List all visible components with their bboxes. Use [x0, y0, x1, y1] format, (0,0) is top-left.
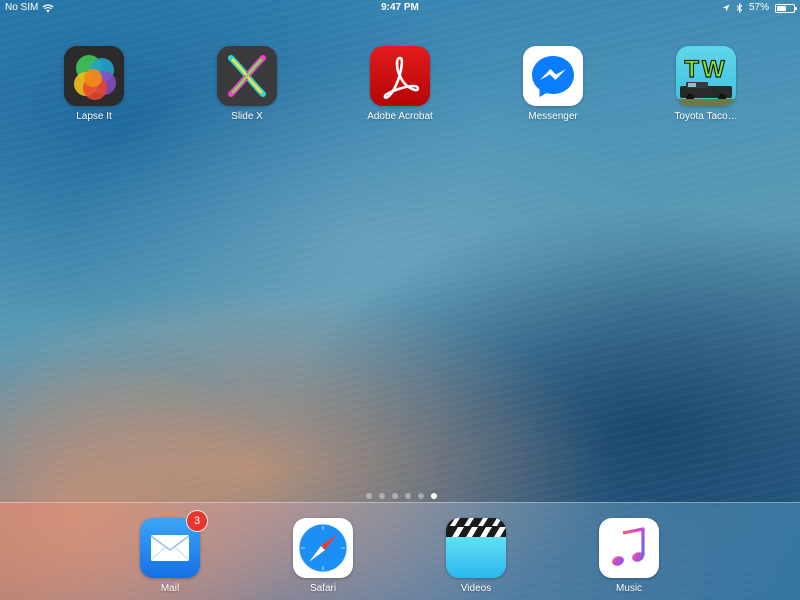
music-icon [599, 518, 659, 578]
page-dot[interactable] [366, 493, 372, 499]
dock: 3 Mail Safari Videos Music [0, 502, 800, 600]
status-bar: No SIM 9:47 PM 57% [0, 0, 800, 16]
app-label: Adobe Acrobat [367, 111, 433, 122]
app-toyota-taco[interactable]: TW Toyota Taco… [651, 46, 761, 123]
app-label: Mail [160, 583, 180, 594]
battery-level-fill [777, 5, 786, 11]
location-arrow-icon [722, 4, 730, 12]
toyota-taco-icon: TW [676, 46, 736, 106]
app-label: Lapse It [76, 111, 112, 122]
app-label: Videos [460, 583, 492, 594]
app-messenger[interactable]: Messenger [498, 46, 608, 123]
battery-percent: 57% [748, 2, 769, 13]
status-time: 9:47 PM [381, 2, 419, 13]
safari-icon [293, 518, 353, 578]
dock-app-music[interactable]: Music [574, 518, 684, 595]
page-dot[interactable] [392, 493, 398, 499]
dock-app-safari[interactable]: Safari [268, 518, 378, 595]
mail-badge: 3 [187, 511, 207, 531]
adobe-acrobat-icon [370, 46, 430, 106]
slide-x-icon [217, 46, 277, 106]
app-label: Safari [309, 583, 337, 594]
page-dot[interactable] [431, 493, 437, 499]
dock-app-mail[interactable]: 3 Mail [115, 511, 225, 595]
app-slide-x[interactable]: Slide X [192, 46, 302, 123]
videos-icon [446, 518, 506, 578]
battery-icon [775, 3, 797, 13]
page-dot[interactable] [405, 493, 411, 499]
app-label: Toyota Taco… [674, 111, 738, 122]
page-dot[interactable] [379, 493, 385, 499]
tw-logo-text: TW [684, 56, 727, 83]
app-label: Messenger [528, 111, 578, 122]
lapse-it-icon [64, 46, 124, 106]
battery-nub [795, 6, 797, 10]
messenger-icon [523, 46, 583, 106]
app-adobe-acrobat[interactable]: Adobe Acrobat [345, 46, 455, 123]
bluetooth-icon [736, 3, 743, 13]
app-label: Music [615, 583, 643, 594]
page-dot[interactable] [418, 493, 424, 499]
page-indicator[interactable] [366, 493, 437, 499]
app-lapse-it[interactable]: Lapse It [39, 46, 149, 123]
status-right: 57% [722, 0, 797, 16]
app-label: Slide X [231, 111, 263, 122]
dock-app-videos[interactable]: Videos [421, 518, 531, 595]
